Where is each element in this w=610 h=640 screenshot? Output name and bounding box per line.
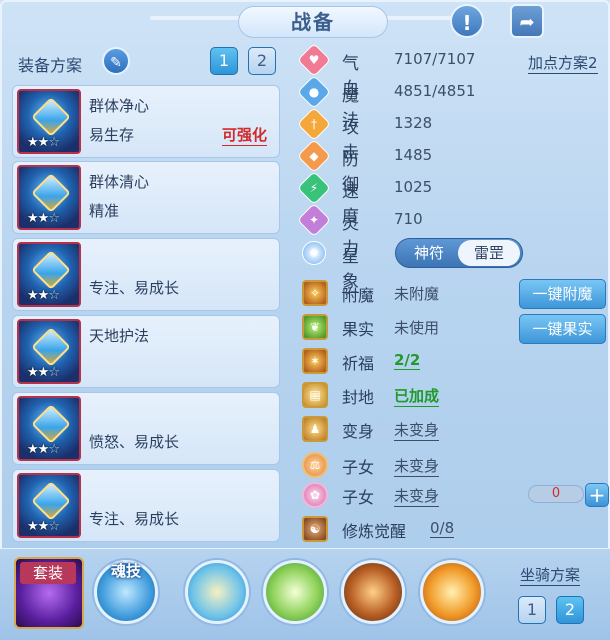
fief-icon: ▤ xyxy=(302,382,328,408)
star-rating: ★★☆ xyxy=(27,288,60,303)
equipment-card-6[interactable]: ★★☆ 专注、易成长 xyxy=(12,469,280,542)
equipment-name: 群体净心 xyxy=(89,97,150,115)
state-value[interactable]: 未变身 xyxy=(394,485,440,507)
star-sign-icon: ✺ xyxy=(302,241,326,265)
attr-value: 710 xyxy=(394,210,423,228)
auto-enchant-button[interactable]: 一键附魔 xyxy=(519,279,606,309)
star-sign-toggle[interactable]: 神符 雷罡 xyxy=(395,238,523,268)
equipment-card-5[interactable]: ★★☆ 愤怒、易成长 xyxy=(12,392,280,465)
equipment-icon: ★★☆ xyxy=(17,319,81,384)
suit-label: 套装 xyxy=(20,562,76,584)
equipment-icon: ★★☆ xyxy=(17,396,81,461)
exclamation-icon[interactable]: ! xyxy=(450,4,484,38)
mount-plan-label: 坐骑方案 xyxy=(520,566,581,586)
state-label: 子女 xyxy=(342,458,375,477)
lotus-icon: ✿ xyxy=(302,482,328,508)
attr-value: 1328 xyxy=(394,114,433,132)
star-rating: ★★☆ xyxy=(27,442,60,457)
skill-orb-4[interactable] xyxy=(420,560,484,624)
state-label: 子女 xyxy=(342,488,375,507)
state-value[interactable]: 未变身 xyxy=(394,419,440,441)
equipment-name: 天地护法 xyxy=(89,327,150,345)
title-ornament-left xyxy=(150,16,240,20)
mount-tab-1[interactable]: 1 xyxy=(518,596,546,624)
state-value: 未使用 xyxy=(394,319,440,337)
transform-icon: ♟ xyxy=(302,416,328,442)
cultivation-icon: ☯ xyxy=(302,516,328,542)
state-label: 附魔 xyxy=(342,286,375,305)
equipment-trait: 专注、易成长 xyxy=(89,510,180,528)
plus-button[interactable]: + xyxy=(585,483,609,507)
loadout-tab-2[interactable]: 2 xyxy=(248,47,276,75)
state-value[interactable]: 已加成 xyxy=(394,385,440,407)
equipment-icon: ★★☆ xyxy=(17,242,81,307)
state-label: 封地 xyxy=(342,388,375,407)
child-counter: 0 xyxy=(528,485,584,503)
star-sign-option-2[interactable]: 雷罡 xyxy=(458,240,520,266)
child-icon: ⚖ xyxy=(302,452,328,478)
equipment-trait: 易生存 xyxy=(89,126,135,144)
attr-value: 7107/7107 xyxy=(394,50,476,68)
star-rating: ★★☆ xyxy=(27,211,60,226)
attr-value: 4851/4851 xyxy=(394,82,476,100)
auto-fruit-button[interactable]: 一键果实 xyxy=(519,314,606,344)
state-label: 祈福 xyxy=(342,354,375,373)
equipment-card-4[interactable]: ★★☆ 天地护法 xyxy=(12,315,280,388)
loadout-label: 装备方案 xyxy=(18,56,83,75)
blessing-icon: ✶ xyxy=(302,348,328,374)
fruit-icon: ❦ xyxy=(302,314,328,340)
state-value[interactable]: 2/2 xyxy=(394,351,421,370)
page-title: 战备 xyxy=(238,6,388,38)
loadout-tab-1[interactable]: 1 xyxy=(210,47,238,75)
enchant-icon: ✧ xyxy=(302,280,328,306)
state-label: 修炼觉醒 xyxy=(342,522,407,541)
state-label: 变身 xyxy=(342,422,375,441)
equipment-trait: 精准 xyxy=(89,202,120,220)
skill-orb-1[interactable] xyxy=(185,560,249,624)
upgradable-tag[interactable]: 可强化 xyxy=(221,124,267,146)
state-value: 未附魔 xyxy=(394,285,440,303)
mount-tab-2[interactable]: 2 xyxy=(556,596,584,624)
equipment-trait: 专注、易成长 xyxy=(89,279,180,297)
equipment-card-1[interactable]: ★★☆ 群体净心 易生存 可强化 xyxy=(12,85,280,158)
equipment-icon: ★★☆ xyxy=(17,473,81,538)
attr-value: 1025 xyxy=(394,178,433,196)
soul-skill-label: 魂技 xyxy=(110,562,141,580)
equipment-icon: ★★☆ xyxy=(17,165,81,230)
share-icon[interactable]: ➦ xyxy=(510,4,544,38)
attr-value: 1485 xyxy=(394,146,433,164)
skill-orb-3[interactable] xyxy=(341,560,405,624)
attribute-plan-link[interactable]: 加点方案2 xyxy=(528,52,598,74)
equipment-card-2[interactable]: ★★☆ 群体清心 精准 xyxy=(12,161,280,234)
star-rating: ★★☆ xyxy=(27,519,60,534)
state-value[interactable]: 0/8 xyxy=(430,519,455,538)
state-value[interactable]: 未变身 xyxy=(394,455,440,477)
star-sign-option-1[interactable]: 神符 xyxy=(398,239,460,267)
equipment-trait: 愤怒、易成长 xyxy=(89,433,180,451)
equipment-icon: ★★☆ xyxy=(17,89,81,154)
state-label: 果实 xyxy=(342,320,375,339)
equipment-card-3[interactable]: ★★☆ 专注、易成长 xyxy=(12,238,280,311)
star-rating: ★★☆ xyxy=(27,365,60,380)
edit-icon[interactable]: ✎ xyxy=(102,47,130,75)
star-rating: ★★☆ xyxy=(27,135,60,150)
equipment-name: 群体清心 xyxy=(89,173,150,191)
skill-orb-2[interactable] xyxy=(263,560,327,624)
